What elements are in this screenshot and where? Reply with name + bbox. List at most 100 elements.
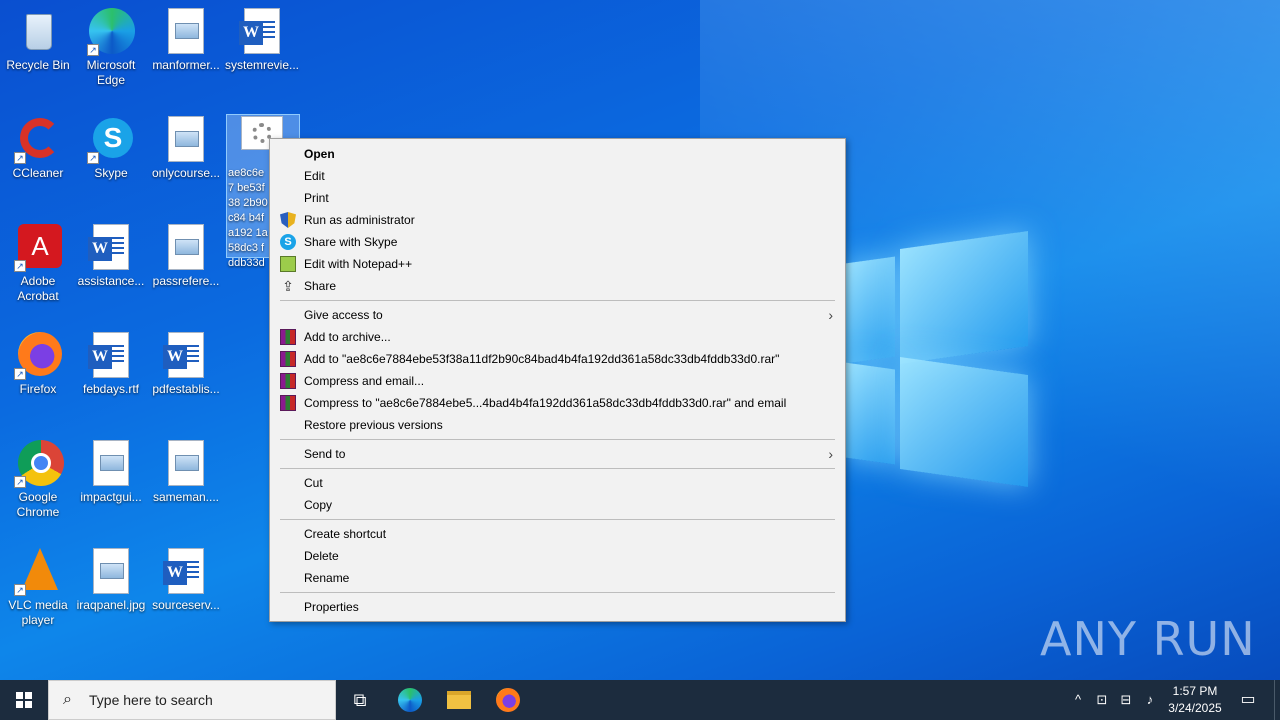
- show-hidden-icons-button[interactable]: ^: [1068, 680, 1088, 720]
- menu-item-label: Run as administrator: [304, 213, 415, 227]
- desktop-icon-label: sourceserv...: [152, 598, 220, 612]
- desktop-icon-vlc[interactable]: ↗ VLC media player: [0, 548, 76, 628]
- menu-separator: [280, 439, 835, 440]
- menu-item-properties[interactable]: Properties: [270, 596, 845, 618]
- context-menu: Open Edit Print Run as administrator S S…: [269, 138, 846, 622]
- desktop-icon-label: Firefox: [19, 382, 57, 396]
- firefox-icon: ↗: [14, 332, 62, 380]
- device-icon: ⊡: [1096, 692, 1108, 707]
- menu-item-create-shortcut[interactable]: Create shortcut: [270, 523, 845, 545]
- word-doc-icon: W: [87, 224, 135, 272]
- taskbar-file-explorer-button[interactable]: [435, 680, 483, 720]
- desktop-icon-onlycourse[interactable]: onlycourse...: [148, 116, 224, 181]
- desktop-icon-microsoft-edge[interactable]: ↗ Microsoft Edge: [73, 8, 149, 88]
- submenu-arrow-icon: ›: [828, 307, 833, 323]
- menu-item-add-to-archive[interactable]: Add to archive...: [270, 326, 845, 348]
- menu-item-compress-and-email[interactable]: Compress and email...: [270, 370, 845, 392]
- desktop-icon-label: assistance...: [77, 274, 145, 288]
- menu-item-delete[interactable]: Delete: [270, 545, 845, 567]
- menu-item-give-access-to[interactable]: Give access to ›: [270, 304, 845, 326]
- skype-icon: S: [280, 234, 296, 250]
- menu-item-label: Share: [304, 279, 337, 293]
- desktop-icon-skype[interactable]: S ↗ Skype: [73, 116, 149, 181]
- network-icon: ⊟: [1120, 692, 1132, 707]
- desktop-icon-recycle-bin[interactable]: Recycle Bin: [0, 8, 76, 73]
- word-doc-icon: W: [87, 332, 135, 380]
- menu-item-copy[interactable]: Copy: [270, 494, 845, 516]
- menu-item-label: Send to: [304, 447, 346, 461]
- edge-icon: ↗: [87, 8, 135, 56]
- winrar-icon: [280, 395, 296, 411]
- menu-item-rename[interactable]: Rename: [270, 567, 845, 589]
- menu-item-share[interactable]: ⇪ Share: [270, 275, 845, 297]
- menu-item-restore-previous-versions[interactable]: Restore previous versions: [270, 414, 845, 436]
- anyrun-watermark: ANY RUN: [1040, 612, 1256, 666]
- start-button[interactable]: [0, 680, 48, 720]
- task-view-button[interactable]: ⧉: [336, 680, 384, 720]
- desktop-icon-label: onlycourse...: [151, 166, 221, 180]
- menu-separator: [280, 592, 835, 593]
- menu-item-compress-to-rar-and-email[interactable]: Compress to "ae8c6e7884ebe5...4bad4b4fa1…: [270, 392, 845, 414]
- taskbar-firefox-button[interactable]: [484, 680, 532, 720]
- show-desktop-button[interactable]: [1274, 680, 1280, 720]
- desktop-icon-google-chrome[interactable]: ↗ Google Chrome: [0, 440, 76, 520]
- search-placeholder: Type here to search: [89, 692, 213, 708]
- network-button[interactable]: ⊟: [1116, 680, 1136, 720]
- desktop-icon-febdays[interactable]: W febdays.rtf: [73, 332, 149, 397]
- taskbar-edge-button[interactable]: [386, 680, 434, 720]
- taskbar-search-box[interactable]: ⌕ Type here to search: [48, 680, 336, 720]
- desktop-icon-systemreview[interactable]: W systemrevie...: [224, 8, 300, 73]
- menu-item-print[interactable]: Print: [270, 187, 845, 209]
- menu-item-share-with-skype[interactable]: S Share with Skype: [270, 231, 845, 253]
- volume-button[interactable]: ♪: [1140, 680, 1160, 720]
- task-view-icon: ⧉: [353, 690, 367, 710]
- image-file-icon: [162, 224, 210, 272]
- taskbar-clock[interactable]: 1:57 PM 3/24/2025: [1160, 683, 1230, 717]
- action-center-button[interactable]: ▭: [1236, 680, 1260, 720]
- menu-item-label: Compress to "ae8c6e7884ebe5...4bad4b4fa1…: [304, 396, 787, 410]
- desktop-icon-label: impactgui...: [80, 490, 142, 504]
- desktop-icon-assistance[interactable]: W assistance...: [73, 224, 149, 289]
- menu-item-label: Share with Skype: [304, 235, 398, 249]
- desktop-icon-label: iraqpanel.jpg: [76, 598, 146, 612]
- desktop-icon-label: Recycle Bin: [6, 58, 70, 72]
- word-doc-icon: W: [162, 548, 210, 596]
- menu-item-label: Add to "ae8c6e7884ebe53f38a11df2b90c84ba…: [304, 352, 780, 366]
- word-doc-icon: W: [238, 8, 286, 56]
- menu-item-label: Edit with Notepad++: [304, 257, 413, 271]
- menu-item-edit[interactable]: Edit: [270, 165, 845, 187]
- menu-item-cut[interactable]: Cut: [270, 472, 845, 494]
- winrar-icon: [280, 351, 296, 367]
- desktop-icon-firefox[interactable]: ↗ Firefox: [0, 332, 76, 397]
- desktop-icon-ccleaner[interactable]: ↗ CCleaner: [0, 116, 76, 181]
- desktop-icon-label: Adobe Acrobat: [17, 274, 59, 303]
- submenu-arrow-icon: ›: [828, 446, 833, 462]
- image-file-icon: [162, 440, 210, 488]
- taskbar: ⌕ Type here to search ⧉ ^ ⊡ ⊟ ♪ 1:57 PM …: [0, 680, 1280, 720]
- menu-item-send-to[interactable]: Send to ›: [270, 443, 845, 465]
- desktop-icon-iraqpanel[interactable]: iraqpanel.jpg: [73, 548, 149, 613]
- menu-item-run-as-admin[interactable]: Run as administrator: [270, 209, 845, 231]
- menu-item-edit-notepadpp[interactable]: Edit with Notepad++: [270, 253, 845, 275]
- desktop-icon-label: Microsoft Edge: [86, 58, 136, 87]
- desktop-icon-impactguide[interactable]: impactgui...: [73, 440, 149, 505]
- desktop-icon-manformer[interactable]: manformer...: [148, 8, 224, 73]
- desktop-icon-adobe-acrobat[interactable]: A ↗ Adobe Acrobat: [0, 224, 76, 304]
- desktop-icon-pdfestablis[interactable]: W pdfestablis...: [148, 332, 224, 397]
- menu-item-open[interactable]: Open: [270, 143, 845, 165]
- tray-device-button[interactable]: ⊡: [1092, 680, 1112, 720]
- chrome-icon: ↗: [14, 440, 64, 488]
- desktop-icon-label: VLC media player: [8, 598, 68, 627]
- notification-icon: ▭: [1240, 691, 1256, 708]
- edge-icon: [398, 688, 422, 712]
- ccleaner-icon: ↗: [14, 116, 62, 164]
- desktop-icon-label: ae8c6e7 be53f38 2b90c84 b4fa192 1a58dc3 …: [228, 167, 268, 269]
- desktop-icon-sourceserv[interactable]: W sourceserv...: [148, 548, 224, 613]
- desktop-icon-label: sameman....: [152, 490, 220, 504]
- desktop-icon-passreference[interactable]: passrefere...: [148, 224, 224, 289]
- share-icon: ⇪: [282, 278, 294, 294]
- image-file-icon: [162, 8, 210, 56]
- recycle-bin-icon: [14, 8, 62, 56]
- desktop-icon-sameman[interactable]: sameman....: [148, 440, 224, 505]
- menu-item-add-to-rar[interactable]: Add to "ae8c6e7884ebe53f38a11df2b90c84ba…: [270, 348, 845, 370]
